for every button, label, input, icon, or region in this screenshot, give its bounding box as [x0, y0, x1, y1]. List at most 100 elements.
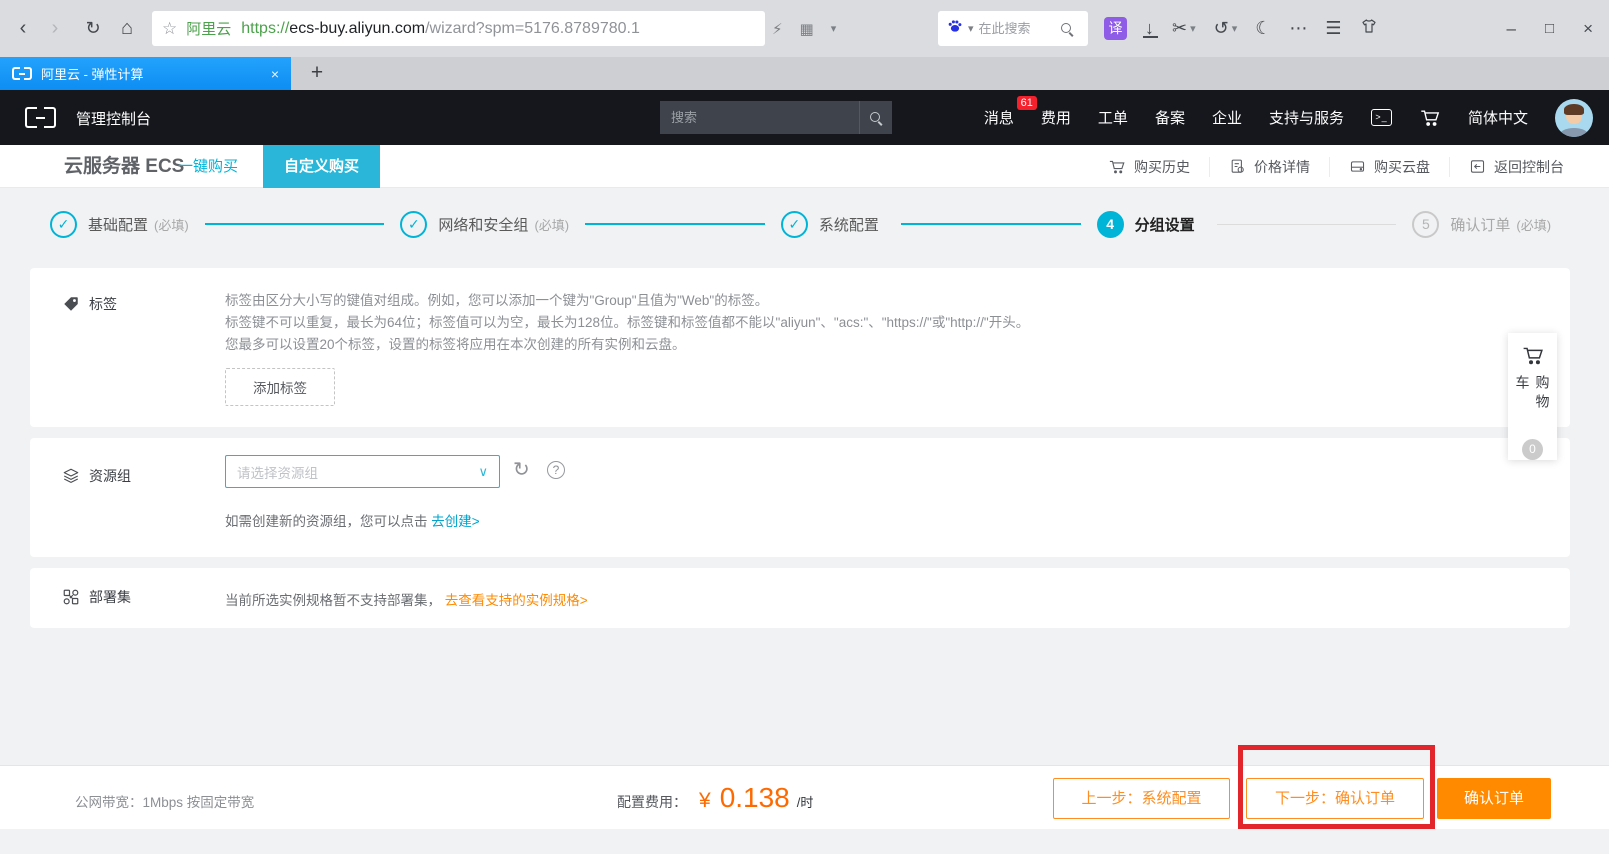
next-step-button[interactable]: 下一步：确认订单 — [1246, 778, 1424, 819]
console-home-link[interactable]: 管理控制台 — [76, 108, 151, 129]
fee-price: 0.138 — [720, 782, 790, 814]
cart-icon[interactable] — [1419, 107, 1441, 129]
step-grouping[interactable]: 4 分组设置 — [1097, 211, 1201, 238]
footer-bar: 公网带宽：1Mbps 按固定带宽 配置费用： ¥ 0.138 /时 上一步：系统… — [0, 765, 1609, 829]
step-number: 5 — [1412, 211, 1439, 238]
resource-group-select[interactable]: 请选择资源组 ∨ — [225, 455, 500, 488]
aliyun-logo-icon[interactable] — [25, 107, 56, 128]
skin-theme-icon[interactable] — [1360, 17, 1378, 40]
chevron-down-icon[interactable]: ▾ — [831, 22, 837, 35]
tab-custom-buy[interactable]: 自定义购买 — [263, 145, 380, 188]
menu-icon[interactable]: ☰ — [1325, 18, 1341, 39]
hint-text: 如需创建新的资源组，您可以点击 — [225, 514, 431, 529]
url-path: /wizard?spm=5176.8789780.1 — [425, 20, 640, 38]
step-system-config[interactable]: ✓ 系统配置 — [781, 211, 885, 238]
nav-item-billing[interactable]: 费用 — [1041, 107, 1071, 128]
fee-summary: 配置费用： ¥ 0.138 /时 — [617, 782, 813, 814]
step-check-icon: ✓ — [400, 211, 427, 238]
step-basic-config[interactable]: ✓ 基础配置 (必填) — [50, 211, 189, 238]
avatar[interactable] — [1555, 99, 1593, 137]
section-title: 标签 — [89, 294, 117, 314]
link-price-details[interactable]: 价格详情 — [1209, 157, 1329, 177]
chevron-down-icon[interactable]: ▾ — [968, 22, 974, 35]
tag-icon — [62, 295, 80, 313]
reload-icon[interactable]: ↻ — [78, 0, 108, 57]
help-icon[interactable]: ? — [547, 461, 565, 479]
browser-search-input[interactable] — [979, 21, 1055, 36]
cart-float-panel[interactable]: 购物车 0 — [1508, 333, 1557, 460]
step-check-icon: ✓ — [50, 211, 77, 238]
night-mode-icon[interactable]: ☾ — [1255, 18, 1271, 39]
link-purchase-history[interactable]: 购买历史 — [1089, 157, 1209, 177]
create-resource-group-link[interactable]: 去创建> — [431, 514, 479, 529]
refresh-icon[interactable]: ↻ — [513, 457, 530, 482]
translate-icon[interactable]: 译 — [1104, 17, 1127, 40]
active-tab[interactable]: 阿里云 - 弹性计算 × — [0, 57, 291, 90]
history-undo-tool[interactable]: ↺ ▾ — [1214, 18, 1238, 39]
search-icon[interactable] — [859, 101, 892, 134]
prev-step-button[interactable]: 上一步：系统配置 — [1053, 778, 1230, 819]
tag-section-label: 标签 — [62, 294, 117, 314]
cloudshell-icon[interactable]: >_ — [1371, 109, 1392, 126]
confirm-order-button[interactable]: 确认订单 — [1437, 778, 1551, 819]
console-search-box[interactable] — [660, 101, 892, 134]
baidu-paw-icon[interactable] — [947, 18, 963, 39]
nav-item-tickets[interactable]: 工单 — [1098, 107, 1128, 128]
nav-item-support[interactable]: 支持与服务 — [1269, 107, 1344, 128]
resource-group-label: 资源组 — [62, 466, 131, 486]
language-switcher[interactable]: 简体中文 — [1468, 107, 1528, 128]
bookmark-star-icon[interactable]: ☆ — [162, 19, 177, 39]
download-icon[interactable]: ↓ — [1145, 18, 1154, 39]
link-back-to-console[interactable]: 返回控制台 — [1449, 157, 1583, 177]
add-tag-button[interactable]: 添加标签 — [225, 368, 335, 406]
deployment-set-text: 当前所选实例规格暂不支持部署集， 去查看支持的实例规格> — [225, 589, 588, 609]
screenshot-tool[interactable]: ✂ ▾ — [1172, 18, 1196, 39]
step-label: 确认订单 — [1450, 214, 1510, 235]
deploy-hint-text: 当前所选实例规格暂不支持部署集， — [225, 593, 441, 608]
browser-search-box[interactable]: ▾ — [938, 11, 1088, 46]
nav-item-icp[interactable]: 备案 — [1155, 107, 1185, 128]
console-nav-right: 消息 61 费用 工单 备案 企业 支持与服务 >_ 简体中文 — [984, 90, 1593, 145]
qr-code-icon[interactable]: ▦ — [800, 20, 814, 38]
supported-spec-link[interactable]: 去查看支持的实例规格> — [445, 593, 588, 608]
lightning-icon[interactable]: ⚡ — [772, 20, 783, 38]
tab-close-icon[interactable]: × — [271, 66, 279, 82]
nav-item-enterprise[interactable]: 企业 — [1212, 107, 1242, 128]
step-network[interactable]: ✓ 网络和安全组 (必填) — [400, 211, 569, 238]
fee-label: 配置费用： — [617, 792, 687, 812]
url-bar[interactable]: ☆ 阿里云 https:// ecs-buy.aliyun.com /wizar… — [152, 11, 765, 46]
fee-unit: /时 — [797, 792, 814, 811]
step-check-icon: ✓ — [781, 211, 808, 238]
console-search-input[interactable] — [660, 110, 859, 125]
currency-symbol: ¥ — [699, 789, 711, 813]
ecs-subnav: 云服务器 ECS 一键购买 自定义购买 购买历史 价格详情 购买云盘 返回控制台 — [0, 145, 1609, 188]
tag-section-card: 标签 标签由区分大小写的键值对组成。例如，您可以添加一个键为"Group"且值为… — [30, 268, 1570, 427]
layers-icon — [62, 467, 80, 485]
close-button[interactable]: × — [1583, 19, 1593, 39]
step-label: 系统配置 — [819, 214, 879, 235]
back-icon[interactable]: ‹ — [8, 0, 38, 57]
browser-toolbar: ‹ › ↻ ⌂ ◫ ☆ 阿里云 https:// ecs-buy.aliyun.… — [0, 0, 1609, 57]
tab-quick-buy[interactable]: 一键购买 — [178, 145, 238, 188]
resource-group-card: 资源组 请选择资源组 ∨ ↻ ? 如需创建新的资源组，您可以点击 去创建> — [30, 438, 1570, 557]
link-label: 价格详情 — [1254, 157, 1310, 177]
deployment-set-icon — [62, 588, 80, 606]
nav-item-messages[interactable]: 消息 61 — [984, 107, 1014, 128]
site-identity: 阿里云 — [186, 18, 231, 39]
new-tab-button[interactable]: + — [300, 57, 334, 90]
link-buy-disk[interactable]: 购买云盘 — [1329, 157, 1449, 177]
forward-icon[interactable]: › — [40, 0, 70, 57]
step-confirm-order[interactable]: 5 确认订单 (必填) — [1412, 211, 1551, 238]
step-suffix: (必填) — [534, 215, 569, 234]
search-icon[interactable] — [1060, 22, 1074, 36]
messages-label: 消息 — [984, 110, 1014, 127]
more-icon[interactable]: ⋯ — [1289, 18, 1307, 39]
home-icon[interactable]: ⌂ — [112, 0, 142, 57]
window-controls: – □ × — [1507, 0, 1593, 57]
resource-group-hint: 如需创建新的资源组，您可以点击 去创建> — [225, 510, 480, 530]
toolbar-tools: 译 ↓ ✂ ▾ ↺ ▾ ☾ ⋯ ☰ — [1104, 0, 1378, 57]
maximize-button[interactable]: □ — [1545, 20, 1554, 37]
link-label: 购买历史 — [1134, 157, 1190, 177]
minimize-button[interactable]: – — [1507, 19, 1516, 39]
page-title: 云服务器 ECS — [64, 145, 184, 188]
